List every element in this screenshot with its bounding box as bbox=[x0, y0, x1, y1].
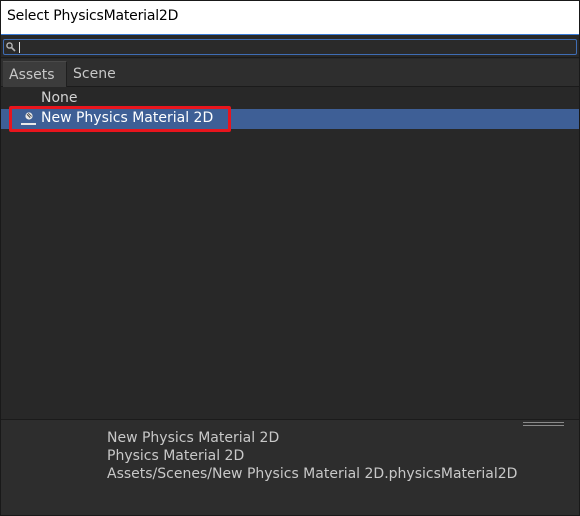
list-item-none[interactable]: None bbox=[1, 89, 579, 109]
search-icon bbox=[6, 42, 16, 52]
tab-assets[interactable]: Assets bbox=[3, 61, 67, 87]
tab-bar: Assets Scene bbox=[1, 59, 579, 87]
window-title: Select PhysicsMaterial2D bbox=[7, 8, 179, 24]
detail-asset-type: Physics Material 2D bbox=[107, 448, 245, 464]
object-picker-window: Select PhysicsMaterial2D Assets Scene No… bbox=[0, 0, 580, 516]
detail-asset-path: Assets/Scenes/New Physics Material 2D.ph… bbox=[107, 466, 518, 482]
detail-asset-name: New Physics Material 2D bbox=[107, 430, 280, 446]
asset-list: None New Physics Material 2D bbox=[1, 88, 579, 419]
text-caret bbox=[19, 42, 20, 53]
list-item-label: None bbox=[41, 90, 78, 106]
search-field[interactable] bbox=[3, 39, 577, 55]
details-panel: New Physics Material 2D Physics Material… bbox=[1, 419, 579, 515]
list-item-new-physics-material-2d[interactable]: New Physics Material 2D bbox=[1, 109, 579, 129]
list-item-label: New Physics Material 2D bbox=[41, 110, 214, 126]
physics-material-2d-icon bbox=[21, 112, 36, 125]
title-bar: Select PhysicsMaterial2D bbox=[1, 1, 579, 35]
search-bar bbox=[1, 36, 579, 58]
tab-scene[interactable]: Scene bbox=[67, 61, 127, 87]
resize-grip[interactable] bbox=[523, 422, 564, 427]
search-input[interactable] bbox=[18, 40, 573, 54]
